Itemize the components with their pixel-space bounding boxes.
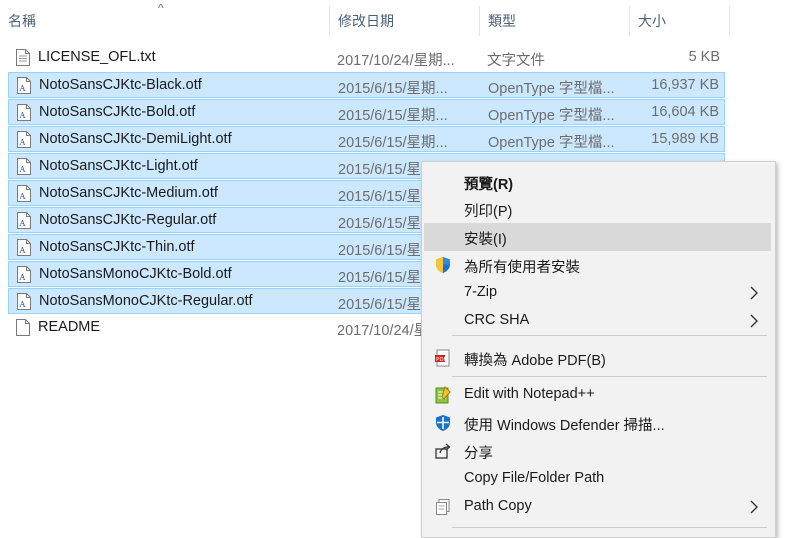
menu-item[interactable]: 7-Zip (424, 279, 771, 307)
menu-item[interactable]: 為所有使用者安裝 (424, 251, 771, 279)
file-date: 2015/6/15/星期... (338, 81, 448, 97)
file-type: 文字文件 (487, 53, 545, 69)
uac-shield-icon (434, 256, 452, 274)
menu-item[interactable]: Path Copy (424, 493, 771, 521)
menu-separator (452, 335, 767, 336)
file-date: 2017/10/24/星期... (337, 53, 455, 69)
svg-text:A: A (19, 219, 26, 228)
menu-item[interactable]: CRC SHA (424, 307, 771, 335)
file-type: OpenType 字型檔... (488, 81, 615, 97)
adobe-pdf-icon: PDF (434, 349, 452, 367)
menu-item-label: 使用 Windows Defender 掃描... (464, 418, 665, 434)
column-header-name[interactable]: 名稱 (0, 0, 330, 42)
column-header-date[interactable]: 修改日期 (330, 0, 480, 42)
svg-text:A: A (19, 165, 26, 174)
file-name: NotoSansCJKtc-DemiLight.otf (39, 131, 232, 147)
svg-text:A: A (19, 192, 26, 201)
svg-text:A: A (19, 273, 26, 282)
file-name: NotoSansCJKtc-Bold.otf (39, 104, 196, 120)
context-menu: 預覽(R) 列印(P) 安裝(I) 為所有使用者安裝 7-Zip CRC SHA PDF 轉換… (421, 161, 776, 538)
file-size: 5 KB (688, 49, 720, 65)
font-file-icon: A (17, 77, 31, 94)
file-name: NotoSansCJKtc-Thin.otf (39, 239, 195, 255)
svg-text:A: A (19, 111, 26, 120)
column-header-size[interactable]: 大小 (630, 0, 730, 42)
menu-item-label: 分享 (464, 446, 493, 462)
file-name: NotoSansMonoCJKtc-Regular.otf (39, 293, 253, 309)
menu-separator (452, 527, 767, 528)
svg-text:A: A (19, 300, 26, 309)
menu-item-label: 列印(P) (464, 204, 513, 220)
file-row[interactable]: A NotoSansCJKtc-Black.otf 2015/6/15/星期..… (8, 72, 725, 98)
chevron-right-icon (747, 499, 761, 515)
file-size: 16,604 KB (651, 104, 719, 120)
file-name: NotoSansCJKtc-Light.otf (39, 158, 198, 174)
sort-ascending-icon: ^ (158, 1, 164, 15)
menu-item[interactable]: 分享 (424, 437, 771, 465)
path-copy-icon (434, 498, 452, 516)
menu-item-label: 7-Zip (464, 284, 498, 300)
menu-separator (452, 376, 767, 377)
menu-item-label: Copy File/Folder Path (464, 470, 605, 486)
font-file-icon: A (17, 239, 31, 256)
file-size: 15,989 KB (651, 131, 719, 147)
notepad-plus-plus-icon (434, 386, 452, 404)
file-row[interactable]: A NotoSansCJKtc-Bold.otf 2015/6/15/星期...… (8, 99, 725, 125)
menu-item-label: 為所有使用者安裝 (464, 260, 580, 276)
file-name: LICENSE_OFL.txt (38, 49, 156, 65)
font-file-icon: A (17, 131, 31, 148)
font-file-icon: A (17, 158, 31, 175)
menu-item[interactable]: Edit with Notepad++ (424, 381, 771, 409)
menu-item-label: 安裝(I) (464, 232, 507, 248)
file-date: 2015/6/15/星期... (338, 135, 448, 151)
menu-item[interactable]: PDF 轉換為 Adobe PDF(B) (424, 344, 771, 372)
chevron-right-icon (747, 285, 761, 301)
file-row[interactable]: A NotoSansCJKtc-DemiLight.otf 2015/6/15/… (8, 126, 725, 152)
file-name: README (38, 319, 101, 335)
chevron-right-icon (747, 313, 761, 329)
svg-text:A: A (19, 246, 26, 255)
menu-item-label: Path Copy (464, 498, 532, 514)
file-size: 16,937 KB (651, 77, 719, 93)
font-file-icon: A (17, 266, 31, 283)
file-name: NotoSansMonoCJKtc-Bold.otf (39, 266, 232, 282)
menu-item[interactable]: 安裝(I) (424, 223, 771, 251)
menu-item-label: CRC SHA (464, 312, 530, 328)
column-header-type[interactable]: 類型 (480, 0, 630, 42)
share-icon (434, 442, 452, 460)
svg-text:A: A (19, 84, 26, 93)
svg-text:PDF: PDF (436, 357, 447, 363)
svg-text:A: A (19, 138, 26, 147)
font-file-icon: A (17, 212, 31, 229)
blank-file-icon (16, 319, 30, 336)
file-name: NotoSansCJKtc-Regular.otf (39, 212, 217, 228)
font-file-icon: A (17, 104, 31, 121)
menu-item[interactable]: 使用 Windows Defender 掃描... (424, 409, 771, 437)
menu-item-label: Edit with Notepad++ (464, 386, 595, 402)
column-header-bar: 名稱 ^ 修改日期 類型 大小 (0, 0, 804, 42)
text-file-icon (16, 49, 30, 66)
file-name: NotoSansCJKtc-Medium.otf (39, 185, 218, 201)
menu-item-label: 轉換為 Adobe PDF(B) (464, 353, 606, 369)
file-date: 2015/6/15/星期... (338, 108, 448, 124)
file-name: NotoSansCJKtc-Black.otf (39, 77, 202, 93)
file-type: OpenType 字型檔... (488, 108, 615, 124)
file-type: OpenType 字型檔... (488, 135, 615, 151)
windows-defender-icon (434, 414, 452, 432)
menu-item-label: 預覽(R) (464, 177, 514, 193)
font-file-icon: A (17, 293, 31, 310)
file-row[interactable]: LICENSE_OFL.txt 2017/10/24/星期... 文字文件 5 … (8, 45, 725, 71)
column-divider[interactable] (729, 6, 730, 36)
menu-item[interactable]: Copy File/Folder Path (424, 465, 771, 493)
menu-item[interactable]: 列印(P) (424, 195, 771, 223)
menu-item[interactable]: 預覽(R) (424, 168, 771, 196)
font-file-icon: A (17, 185, 31, 202)
